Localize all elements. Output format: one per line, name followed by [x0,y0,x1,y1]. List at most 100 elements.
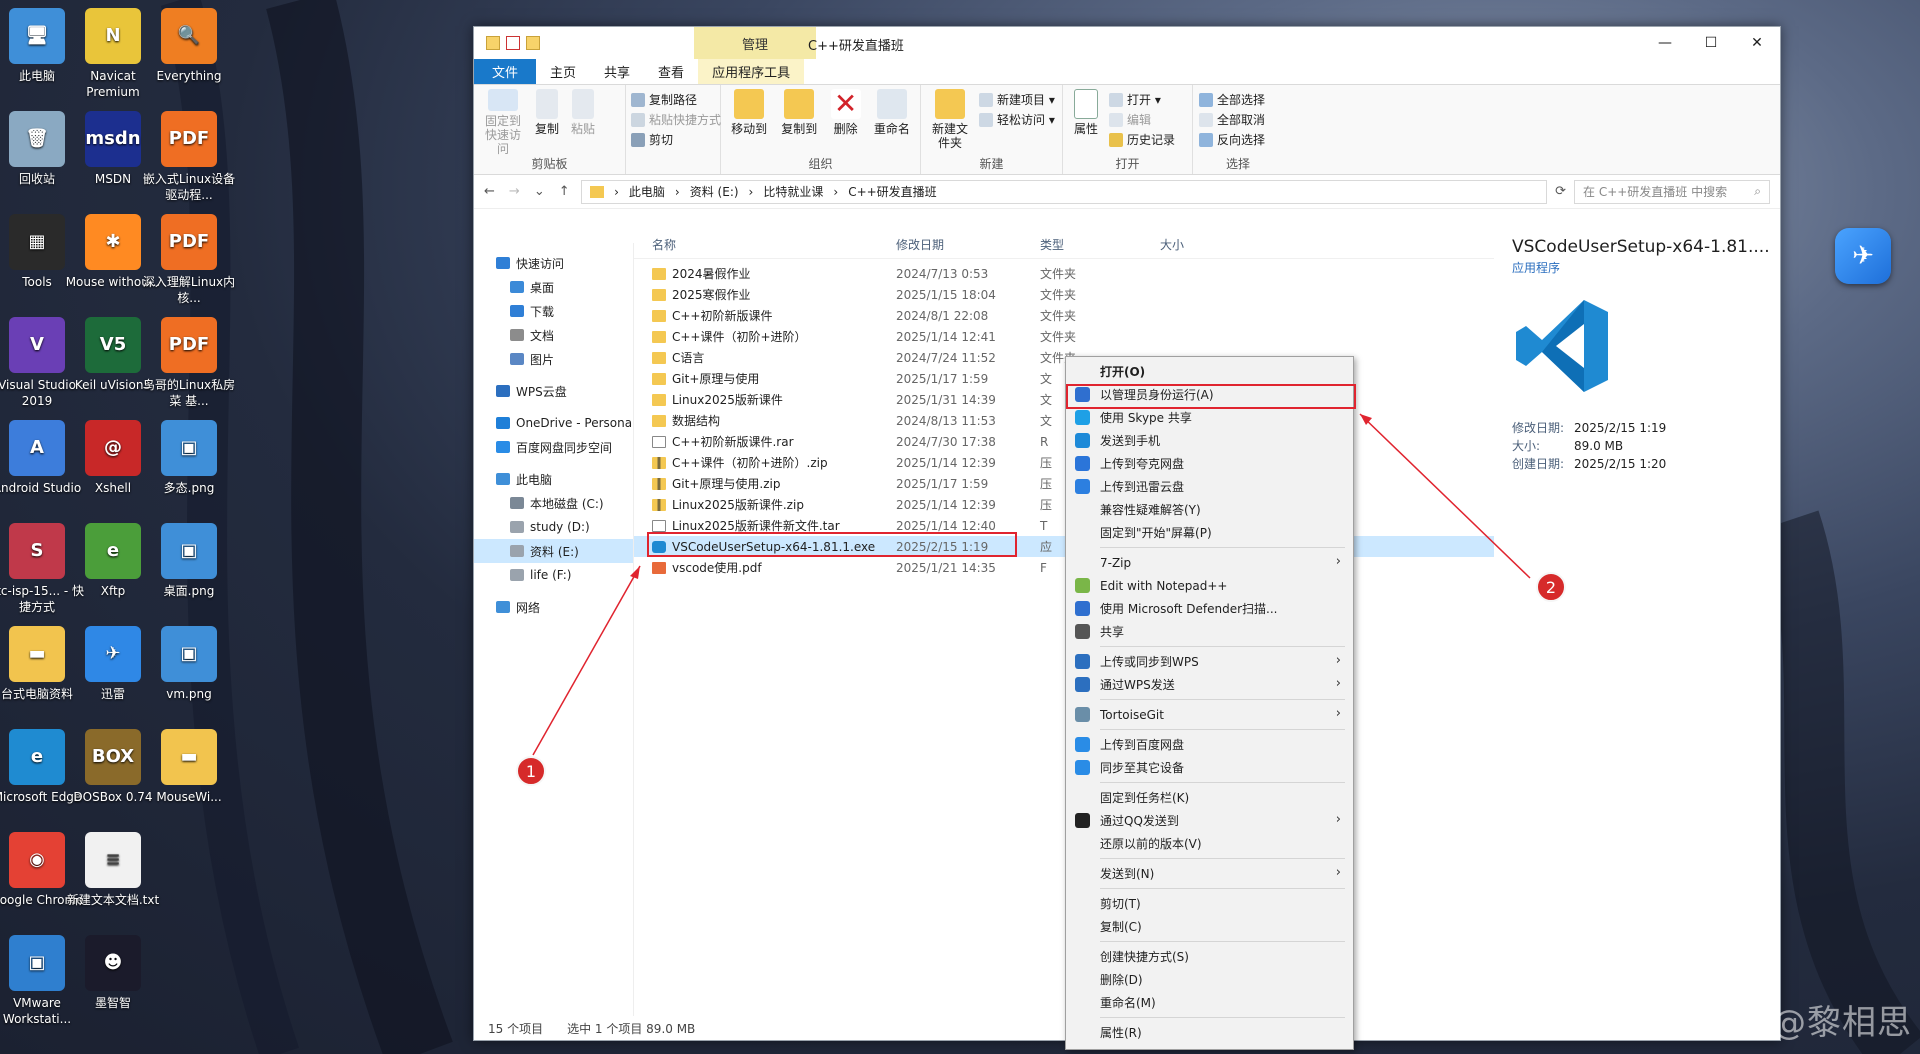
menu-item[interactable]: 通过WPS发送 › [1066,673,1353,696]
history-button[interactable]: 历史记录 [1109,131,1175,148]
menu-item[interactable]: 兼容性疑难解答(Y) [1066,498,1353,521]
menu-item[interactable]: 上传到百度网盘 [1066,733,1353,756]
paste-shortcut-button[interactable]: 粘贴快捷方式 [631,111,721,128]
new-item-button[interactable]: 新建项目 ▾ [979,91,1055,108]
properties-button[interactable]: 属性 [1069,89,1103,156]
menu-item[interactable]: 固定到"开始"屏幕(P) [1066,521,1353,544]
paste-button[interactable]: 粘贴 [568,89,598,156]
address-bar[interactable]: › 此电脑 › 资料 (E:) › 比特就业课 › C++研发直播班 [581,179,1548,204]
menu-item[interactable]: TortoiseGit › [1066,703,1353,726]
nav-item[interactable]: life (F:) [474,563,633,587]
menu-item[interactable]: 发送到手机 [1066,429,1353,452]
menu-item[interactable]: 通过QQ发送到 › [1066,809,1353,832]
menu-item[interactable]: 同步至其它设备 [1066,756,1353,779]
menu-item[interactable]: 复制(C) [1066,915,1353,938]
column-name[interactable]: 名称 [634,236,896,253]
nav-item[interactable]: 本地磁盘 (C:) [474,491,633,515]
breadcrumb-current[interactable]: C++研发直播班 [848,183,937,200]
nav-item[interactable]: 资料 (E:) [474,539,633,563]
cut-button[interactable]: 剪切 [631,131,721,148]
open-button[interactable]: 打开 ▾ [1109,91,1175,108]
copy-to-button[interactable]: 复制到 [777,89,821,156]
menu-item[interactable]: 上传到迅雷云盘 [1066,475,1353,498]
move-to-button[interactable]: 移动到 [727,89,771,156]
select-none-button[interactable]: 全部取消 [1199,111,1265,128]
desktop-icon[interactable]: PDF 嵌入式Linux设备驱动程... [139,111,239,203]
copy-path-button[interactable]: 复制路径 [631,91,721,108]
menu-item[interactable]: 创建快捷方式(S) [1066,945,1353,968]
menu-item[interactable]: 删除(D) [1066,968,1353,991]
folder-icon[interactable] [486,36,500,50]
file-row[interactable]: C++课件（初阶+进阶） 2025/1/14 12:41 文件夹 [634,326,1494,347]
nav-item[interactable]: OneDrive - Personal [474,411,633,435]
file-row[interactable]: 数据结构 2024/8/13 11:53 文 [634,410,1494,431]
new-folder-button[interactable]: 新建文件夹 [927,89,973,156]
minimize-button[interactable]: — [1642,27,1688,59]
nav-item[interactable]: 桌面 [474,275,633,299]
desktop-icon[interactable]: ▣ 多态.png [139,420,239,496]
search-input[interactable]: 在 C++研发直播班 中搜索 ⌕ [1574,179,1770,204]
nav-item[interactable]: 网络 [474,595,633,619]
menu-item[interactable]: 重命名(M) [1066,991,1353,1014]
delete-button[interactable]: ✕ 删除 [827,89,863,156]
file-row[interactable]: C语言 2024/7/24 11:52 文件夹 [634,347,1494,368]
menu-item[interactable]: 还原以前的版本(V) [1066,832,1353,855]
desktop-icon[interactable]: 🔍 Everything [139,8,239,84]
invert-selection-button[interactable]: 反向选择 [1199,131,1265,148]
file-row[interactable]: 2025寒假作业 2025/1/15 18:04 文件夹 [634,284,1494,305]
nav-item[interactable]: 文档 [474,323,633,347]
column-date[interactable]: 修改日期 [896,236,1040,253]
refresh-icon[interactable]: ⟳ [1555,184,1566,199]
recent-chevron-icon[interactable]: ⌄ [534,184,545,199]
desktop-icon[interactable]: ▬ MouseWi... [139,729,239,805]
easy-access-button[interactable]: 轻松访问 ▾ [979,111,1055,128]
pin-quick-access-button[interactable]: 固定到快速访问 [480,89,526,156]
menu-item[interactable]: 发送到(N) › [1066,862,1353,885]
nav-item[interactable]: study (D:) [474,515,633,539]
desktop-icon[interactable]: ▣ vm.png [139,626,239,702]
menu-item[interactable]: 打开(O) [1066,360,1353,383]
tab-view[interactable]: 查看 [644,59,698,84]
desktop-icon[interactable]: PDF 鸟哥的Linux私房菜 基... [139,317,239,409]
menu-item[interactable]: 共享 [1066,620,1353,643]
menu-item[interactable]: 使用 Microsoft Defender扫描... [1066,597,1353,620]
menu-item[interactable]: 7-Zip › [1066,551,1353,574]
tab-app-tools[interactable]: 应用程序工具 [698,59,805,84]
nav-item[interactable]: 此电脑 [474,467,633,491]
thunder-float-icon[interactable]: ✈ [1835,228,1891,284]
column-type[interactable]: 类型 [1040,236,1160,253]
file-row[interactable]: Git+原理与使用 2025/1/17 1:59 文 [634,368,1494,389]
breadcrumb-course[interactable]: 比特就业课 [763,183,823,200]
tab-file[interactable]: 文件 [474,59,537,84]
desktop-icon[interactable]: PDF 深入理解Linux内核... [139,214,239,306]
breadcrumb-this-pc[interactable]: 此电脑 [629,183,665,200]
nav-item[interactable]: 百度网盘同步空间 [474,435,633,459]
nav-item[interactable]: 快速访问 [474,251,633,275]
file-row[interactable]: vscode使用.pdf 2025/1/21 14:35 F [634,557,1494,578]
new-folder-icon[interactable] [526,36,540,50]
select-all-button[interactable]: 全部选择 [1199,91,1265,108]
column-size[interactable]: 大小 [1160,236,1240,253]
desktop-icon[interactable]: ≡ 新建文本文档.txt [63,832,163,908]
file-row[interactable]: C++初阶新版课件.rar 2024/7/30 17:38 R [634,431,1494,452]
file-row[interactable]: C++初阶新版课件 2024/8/1 22:08 文件夹 [634,305,1494,326]
menu-item[interactable]: 上传到夸克网盘 [1066,452,1353,475]
copy-button[interactable]: 复制 [532,89,562,156]
file-row[interactable]: C++课件（初阶+进阶）.zip 2025/1/14 12:39 压 [634,452,1494,473]
menu-item[interactable]: Edit with Notepad++ [1066,574,1353,597]
desktop-icon[interactable]: ☻ 墨智智 [63,935,163,1011]
maximize-button[interactable]: ☐ [1688,27,1734,59]
up-arrow-icon[interactable]: ↑ [559,184,570,199]
edit-button[interactable]: 编辑 [1109,111,1175,128]
desktop-icon[interactable]: ▣ 桌面.png [139,523,239,599]
file-row[interactable]: 2024暑假作业 2024/7/13 0:53 文件夹 [634,263,1494,284]
properties-icon[interactable] [506,36,520,50]
file-row[interactable]: Linux2025版新课件 2025/1/31 14:39 文 [634,389,1494,410]
nav-item[interactable]: WPS云盘 [474,379,633,403]
menu-item[interactable]: 固定到任务栏(K) [1066,786,1353,809]
nav-item[interactable]: 下载 [474,299,633,323]
tab-home[interactable]: 主页 [536,59,590,84]
forward-arrow-icon[interactable]: → [509,184,520,199]
close-button[interactable]: ✕ [1734,27,1780,59]
menu-item[interactable]: 剪切(T) [1066,892,1353,915]
